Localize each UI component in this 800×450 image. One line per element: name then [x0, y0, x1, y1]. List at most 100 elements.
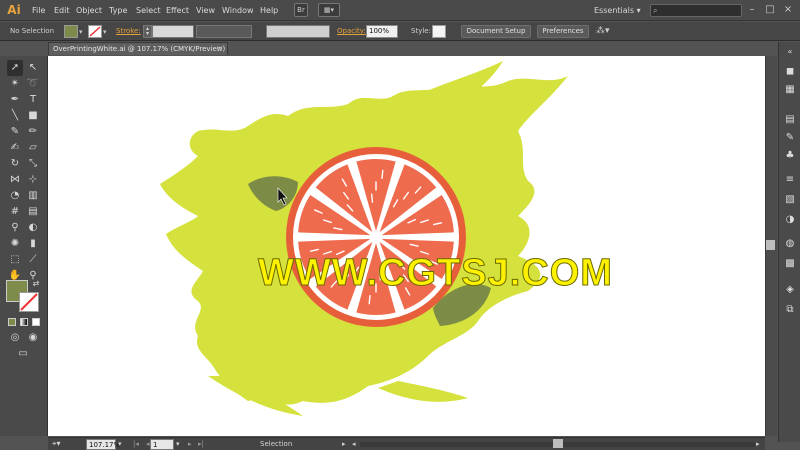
artboard-tool-icon[interactable]: ⬚	[7, 252, 23, 268]
magic-wand-tool-icon[interactable]: ✴	[7, 76, 23, 92]
document-setup-button[interactable]: Document Setup	[461, 25, 531, 38]
menu-object[interactable]: Object	[76, 0, 102, 21]
gradient-tool-icon[interactable]: ▤	[25, 204, 41, 220]
artboard-number-field[interactable]: 1	[150, 439, 174, 450]
bridge-button[interactable]: Br	[294, 3, 308, 17]
graphic-styles-panel-icon[interactable]: ▩	[782, 256, 798, 272]
swap-colors-icon[interactable]: ⇄	[28, 276, 44, 292]
chevron-down-icon[interactable]: ▾	[79, 28, 83, 36]
brushes-panel-icon[interactable]: ✎	[782, 130, 798, 146]
menu-file[interactable]: File	[32, 0, 45, 21]
menu-window[interactable]: Window	[222, 0, 254, 21]
screen-mode-icon[interactable]: ▭	[15, 346, 31, 362]
symbols-panel-icon[interactable]: ♣	[782, 148, 798, 164]
variable-width-profile[interactable]	[196, 25, 252, 38]
color-panel-icon[interactable]: ◼	[782, 64, 798, 80]
next-artboard-icon[interactable]: ▸	[188, 438, 192, 450]
color-mode-icon[interactable]	[8, 318, 16, 326]
opacity-field[interactable]: 100%	[366, 25, 398, 38]
layers-panel-icon[interactable]: ◈	[782, 282, 798, 298]
artboards-panel-icon[interactable]: ⧉	[782, 302, 798, 318]
selection-status: No Selection	[10, 27, 55, 35]
direct-selection-tool-icon[interactable]: ↖	[25, 60, 41, 76]
menu-select[interactable]: Select	[136, 0, 161, 21]
width-tool-icon[interactable]: ⋈	[7, 172, 23, 188]
free-transform-tool-icon[interactable]: ⊹	[25, 172, 41, 188]
appearance-panel-icon[interactable]: ◍	[782, 236, 798, 252]
opacity-label[interactable]: Opacity:	[337, 22, 366, 41]
transparency-panel-icon[interactable]: ◑	[782, 212, 798, 228]
maximize-icon[interactable]: □	[763, 3, 777, 17]
stroke-swatch[interactable]	[88, 25, 102, 38]
close-icon[interactable]: ×	[781, 3, 795, 17]
eraser-tool-icon[interactable]: ▱	[25, 140, 41, 156]
horizontal-scroll-thumb[interactable]	[553, 439, 563, 448]
menu-type[interactable]: Type	[109, 0, 127, 21]
none-mode-icon[interactable]	[32, 318, 40, 326]
lasso-tool-icon[interactable]: ➰	[25, 76, 41, 92]
zoom-field[interactable]: 107.17%	[86, 439, 120, 450]
symbol-sprayer-tool-icon[interactable]: ✺	[7, 236, 23, 252]
graphic-style-swatch[interactable]	[432, 25, 446, 38]
shape-builder-tool-icon[interactable]: ◔	[7, 188, 23, 204]
rectangle-tool-icon[interactable]: ■	[25, 108, 41, 124]
fill-swatch[interactable]	[64, 25, 78, 38]
swatches-panel-icon[interactable]: ▤	[782, 112, 798, 128]
zoom-options-icon[interactable]: ⌖▾	[52, 438, 61, 450]
type-tool-icon[interactable]: T	[25, 92, 41, 108]
close-tab-icon[interactable]: ×	[216, 43, 223, 55]
juice-mark	[370, 193, 374, 203]
arrange-documents-button[interactable]: ▦▾	[318, 3, 340, 17]
blend-tool-icon[interactable]: ◐	[25, 220, 41, 236]
eyedropper-tool-icon[interactable]: ⚲	[7, 220, 23, 236]
paintbrush-tool-icon[interactable]: ✎	[7, 124, 23, 140]
artboard[interactable]: WWW.CGTSJ.COM	[48, 56, 765, 436]
artwork	[160, 61, 568, 416]
stroke-panel-icon[interactable]: ≡	[782, 172, 798, 188]
menu-help[interactable]: Help	[260, 0, 278, 21]
arrange-icon[interactable]: ⁂▾	[596, 22, 610, 41]
stroke-label[interactable]: Stroke:	[116, 22, 141, 41]
last-artboard-icon[interactable]: ▸|	[198, 438, 204, 450]
draw-normal-icon[interactable]: ◎	[7, 330, 23, 346]
minimize-icon[interactable]: –	[745, 3, 759, 17]
gradient-mode-icon[interactable]	[20, 318, 28, 326]
workspace-switcher[interactable]: Essentials ▾	[594, 0, 641, 21]
gradient-panel-icon[interactable]: ▧	[782, 192, 798, 208]
pen-tool-icon[interactable]: ✒	[7, 92, 23, 108]
color-guide-icon[interactable]: ▦	[782, 82, 798, 98]
menu-view[interactable]: View	[196, 0, 215, 21]
stroke-color-box[interactable]	[19, 292, 39, 312]
menu-edit[interactable]: Edit	[54, 0, 70, 21]
pencil-tool-icon[interactable]: ✏	[25, 124, 41, 140]
document-tab[interactable]: OverPrintingWhite.ai @ 107.17% (CMYK/Pre…	[48, 42, 228, 55]
selection-tool-icon[interactable]: ➚	[7, 60, 23, 76]
scale-tool-icon[interactable]: ⤡	[25, 156, 41, 172]
rotate-tool-icon[interactable]: ↻	[7, 156, 23, 172]
scroll-left-icon[interactable]: ◂	[352, 438, 356, 450]
brush-definition[interactable]	[266, 25, 330, 38]
chevron-down-icon[interactable]: ▾	[103, 28, 107, 36]
column-graph-tool-icon[interactable]: ▮	[25, 236, 41, 252]
chevron-down-icon[interactable]: ▾	[176, 438, 180, 450]
search-input[interactable]: ⌕	[650, 4, 742, 17]
mesh-tool-icon[interactable]: #	[7, 204, 23, 220]
blob-brush-tool-icon[interactable]: ✍	[7, 140, 23, 156]
previous-artboard-icon[interactable]: ◂	[146, 438, 150, 450]
scroll-right-icon[interactable]: ▸	[756, 438, 760, 450]
menu-effect[interactable]: Effect	[166, 0, 189, 21]
style-label: Style:	[411, 27, 431, 35]
panel-dock: « ◼ ▦ ▤ ✎ ♣ ≡ ▧ ◑ ◍ ▩ ◈ ⧉	[778, 42, 800, 442]
perspective-grid-tool-icon[interactable]: ▥	[25, 188, 41, 204]
first-artboard-icon[interactable]: |◂	[133, 438, 139, 450]
draw-behind-icon[interactable]: ◉	[25, 330, 41, 346]
status-menu-icon[interactable]: ▸	[342, 438, 346, 450]
preferences-button[interactable]: Preferences	[537, 25, 589, 38]
chevron-down-icon[interactable]: ▾	[118, 438, 122, 450]
collapse-panels-icon[interactable]: «	[782, 44, 798, 60]
stroke-weight-stepper[interactable]: ▴ ▾	[143, 25, 152, 38]
vertical-scroll-thumb[interactable]	[766, 240, 775, 250]
line-tool-icon[interactable]: ╲	[7, 108, 23, 124]
stroke-weight-field[interactable]	[152, 25, 194, 38]
slice-tool-icon[interactable]: ⟋	[25, 252, 41, 268]
